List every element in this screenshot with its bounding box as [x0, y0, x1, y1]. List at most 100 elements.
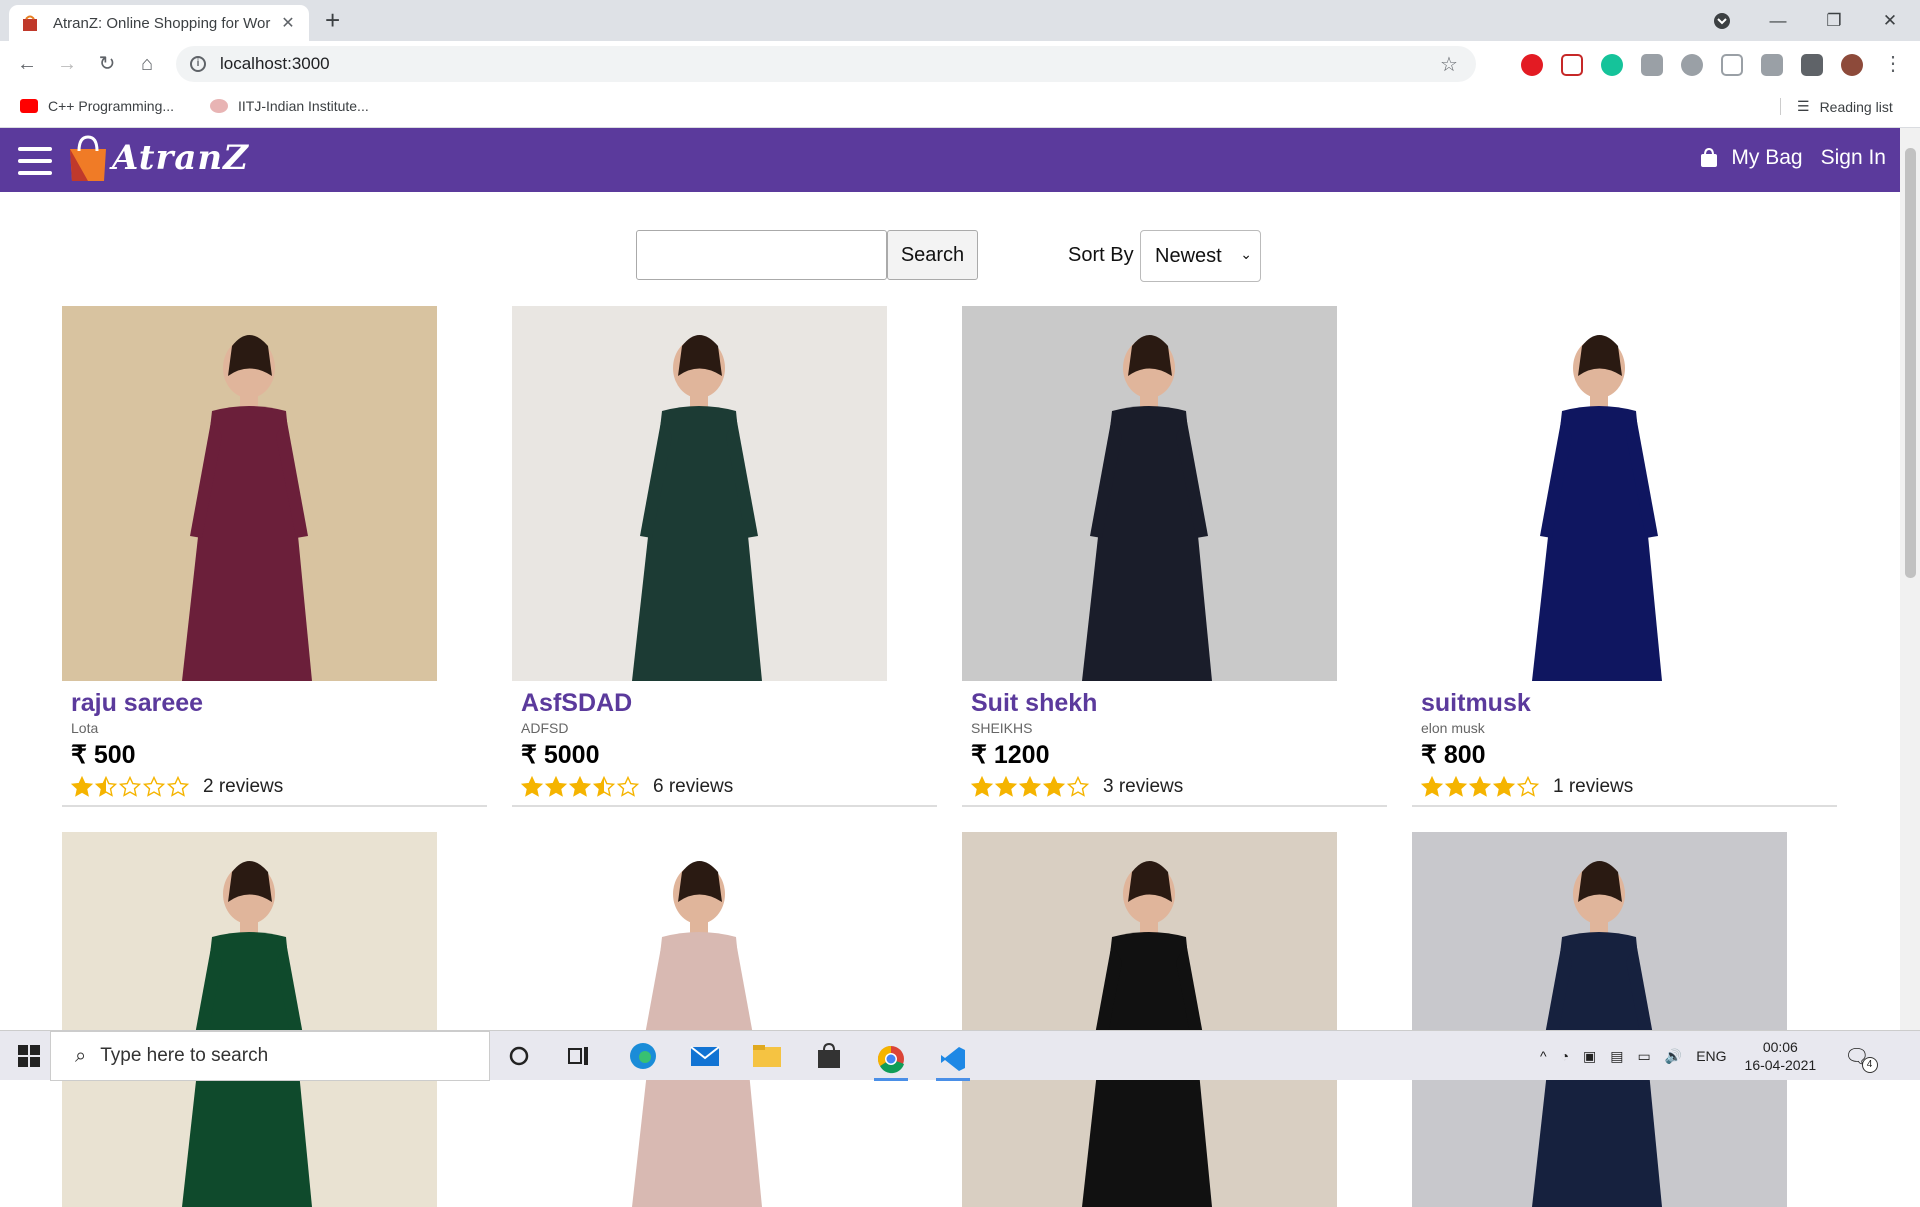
star-half-icon [95, 776, 117, 797]
taskbar-search-box[interactable]: ⌕ Type here to search [50, 1031, 490, 1081]
star-empty-icon [119, 776, 141, 797]
star-filled-icon [71, 776, 93, 797]
product-image[interactable] [962, 306, 1337, 681]
browser-tab[interactable]: AtranZ: Online Shopping for Wor ✕ [9, 5, 309, 41]
search-button[interactable]: Search [887, 230, 978, 280]
product-image[interactable] [62, 832, 437, 1207]
system-tray-icons: ^ ◔ ▣ ▤ ▭ 🔊 ENG 00:06 16-04-2021 🗨 4 [1540, 1031, 1878, 1081]
cortana-icon[interactable] [502, 1040, 536, 1072]
windows-taskbar: ⌕ Type here to search ^ ◔ ▣ ▤ ▭ 🔊 ENG 00… [0, 1030, 1920, 1081]
page-scrollbar[interactable] [1900, 128, 1920, 1030]
address-bar[interactable]: i localhost:3000 ☆ [176, 46, 1476, 82]
bag-icon[interactable] [1699, 148, 1719, 168]
product-image[interactable] [62, 306, 437, 681]
brand-logo[interactable]: AtranZ [66, 133, 249, 183]
reading-list-label: Reading list [1819, 98, 1893, 115]
product-price: ₹ 500 [71, 741, 136, 769]
iitj-logo-icon [210, 99, 228, 113]
product-name[interactable]: suitmusk [1421, 689, 1837, 718]
app-header: AtranZ My Bag Sign In [0, 128, 1900, 192]
reload-icon[interactable]: ↻ [92, 52, 122, 76]
battery-icon[interactable]: ▭ [1638, 1048, 1651, 1065]
task-view-icon[interactable] [562, 1040, 596, 1072]
clock-date: 16-04-2021 [1744, 1057, 1817, 1073]
edge-browser-icon[interactable] [626, 1040, 660, 1072]
pocket-extension-icon[interactable] [1561, 54, 1583, 76]
clock[interactable]: 00:06 16-04-2021 [1745, 1038, 1817, 1074]
bookmark-iitj[interactable]: IITJ-Indian Institute... [210, 98, 369, 114]
vscode-icon[interactable] [936, 1040, 970, 1081]
windows-start-icon[interactable] [12, 1040, 46, 1072]
product-card[interactable] [62, 832, 487, 1207]
close-tab-icon[interactable]: ✕ [279, 13, 297, 33]
product-image[interactable] [512, 832, 887, 1207]
scrollbar-thumb[interactable] [1905, 148, 1916, 578]
my-bag-link[interactable]: My Bag [1731, 146, 1802, 170]
tab-search-icon[interactable] [1694, 0, 1750, 41]
store-icon[interactable] [812, 1040, 846, 1072]
sort-by-label: Sort By [1068, 244, 1134, 266]
chrome-icon[interactable] [874, 1040, 908, 1081]
product-card[interactable]: raju sareee Lota ₹ 500 2 reviews [62, 306, 487, 807]
restore-icon[interactable]: ❐ [1806, 0, 1862, 41]
product-price: ₹ 1200 [971, 741, 1050, 769]
cloud-extension-icon[interactable] [1681, 54, 1703, 76]
mail-icon[interactable] [688, 1040, 722, 1072]
forward-icon[interactable]: → [52, 52, 82, 76]
rating-stars [1421, 776, 1539, 798]
chart-extension-icon[interactable] [1761, 54, 1783, 76]
product-image[interactable] [1412, 832, 1787, 1207]
bookmark-cpp[interactable]: C++ Programming... [20, 98, 174, 114]
chevron-up-icon[interactable]: ^ [1540, 1048, 1547, 1064]
new-tab-icon[interactable]: + [325, 6, 340, 34]
language-indicator[interactable]: ENG [1696, 1048, 1726, 1064]
search-input[interactable] [636, 230, 887, 280]
bookmark-star-icon[interactable]: ☆ [1440, 52, 1462, 76]
shield-extension-icon[interactable] [1721, 54, 1743, 76]
adblock-extension-icon[interactable] [1521, 54, 1543, 76]
volume-icon[interactable]: 🔊 [1665, 1048, 1682, 1065]
sort-select[interactable]: Newest ⌄ [1140, 230, 1261, 282]
rating-stars [971, 776, 1089, 798]
product-name[interactable]: Suit shekh [971, 689, 1387, 718]
shopping-bag-logo-icon [70, 135, 106, 181]
camera-icon[interactable]: ▣ [1583, 1048, 1596, 1065]
sign-in-link[interactable]: Sign In [1821, 146, 1886, 170]
product-card[interactable] [512, 832, 937, 1207]
display-icon[interactable]: ▤ [1610, 1048, 1623, 1065]
reading-list-button[interactable]: ☰ Reading list [1780, 98, 1893, 115]
puzzle-extensions-icon[interactable] [1801, 54, 1823, 76]
taskbar-search-placeholder: Type here to search [100, 1045, 269, 1066]
product-name[interactable]: raju sareee [71, 689, 487, 718]
search-sort-bar: Search Sort By Newest ⌄ [0, 230, 1900, 282]
chevron-down-icon: ⌄ [1240, 246, 1252, 262]
reading-list-icon: ☰ [1797, 98, 1810, 114]
close-window-icon[interactable]: ✕ [1862, 0, 1918, 41]
product-image[interactable] [512, 306, 887, 681]
product-card[interactable] [962, 832, 1387, 1207]
extension-icon[interactable] [1641, 54, 1663, 76]
network-icon[interactable]: ◔ [1561, 1048, 1569, 1064]
product-card[interactable]: Suit shekh SHEIKHS ₹ 1200 3 reviews [962, 306, 1387, 807]
notification-center-icon[interactable]: 🗨 4 [1844, 1044, 1878, 1073]
site-info-icon[interactable]: i [190, 56, 206, 72]
review-count: 1 reviews [1553, 776, 1634, 797]
product-card[interactable]: AsfSDAD ADFSD ₹ 5000 6 reviews [512, 306, 937, 807]
grammarly-extension-icon[interactable] [1601, 54, 1623, 76]
home-icon[interactable]: ⌂ [132, 52, 162, 76]
file-explorer-icon[interactable] [750, 1040, 784, 1072]
profile-avatar[interactable] [1841, 54, 1863, 76]
hamburger-menu-icon[interactable] [18, 147, 52, 175]
menu-kebab-icon[interactable]: ⋮ [1878, 52, 1908, 76]
back-icon[interactable]: ← [12, 52, 42, 76]
product-brand: SHEIKHS [971, 720, 1033, 736]
product-card[interactable] [1412, 832, 1837, 1207]
tab-title: AtranZ: Online Shopping for Wor [53, 14, 271, 32]
product-name[interactable]: AsfSDAD [521, 689, 937, 718]
product-card[interactable]: suitmusk elon musk ₹ 800 1 reviews [1412, 306, 1837, 807]
minimize-icon[interactable]: — [1750, 0, 1806, 41]
product-image[interactable] [962, 832, 1337, 1207]
notification-count-badge: 4 [1861, 1056, 1878, 1073]
clock-time: 00:06 [1762, 1039, 1798, 1055]
product-image[interactable] [1412, 306, 1787, 681]
